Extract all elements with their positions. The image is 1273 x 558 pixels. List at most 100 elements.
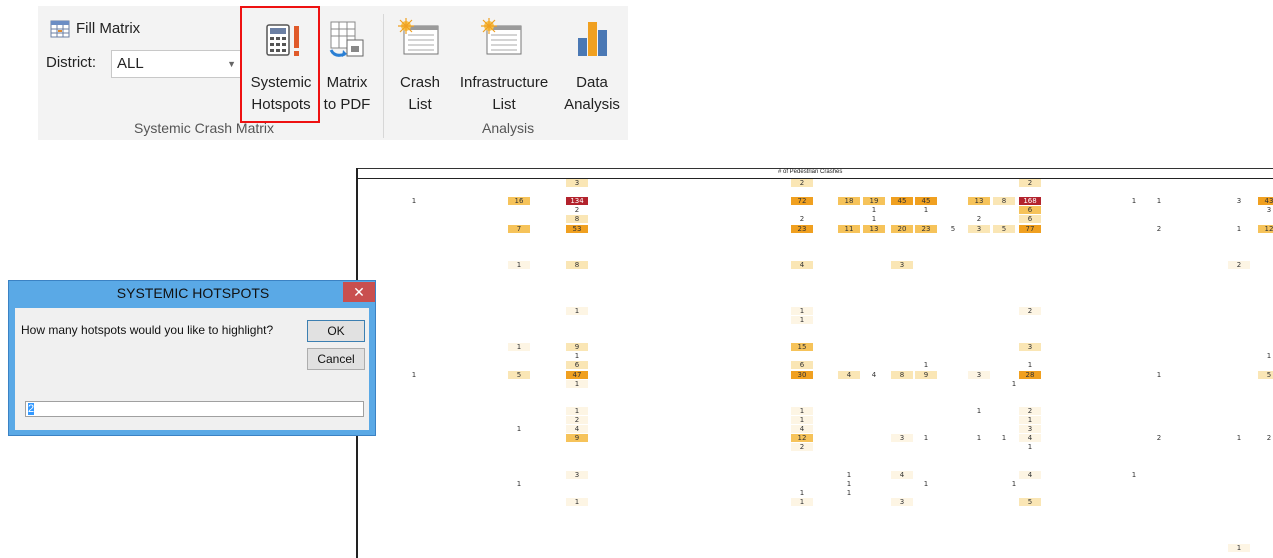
matrix-cell: 4 <box>891 470 913 479</box>
matrix-cell: 1 <box>791 498 813 507</box>
matrix-cell: 9 <box>566 434 588 443</box>
matrix-cell: 1 <box>1027 443 1033 452</box>
data-analysis-label-2: Analysis <box>564 96 620 113</box>
district-select[interactable]: ALL ▼ <box>111 50 241 78</box>
matrix-cell: 1 <box>1156 370 1162 379</box>
matrix-cell: 1 <box>411 197 417 206</box>
matrix-cell: 1 <box>846 470 852 479</box>
matrix-cell: 1 <box>1131 197 1137 206</box>
infrastructure-list-button[interactable]: Infrastructure List <box>451 12 557 113</box>
group-label-systemic-crash-matrix: Systemic Crash Matrix <box>134 120 275 136</box>
matrix-cell: 3 <box>1019 343 1041 352</box>
matrix-to-pdf-button[interactable]: Matrix to PDF <box>319 12 375 124</box>
matrix-cell: 2 <box>1156 224 1162 233</box>
matrix-cell: 9 <box>566 343 588 352</box>
infrastructure-list-label-1: Infrastructure <box>459 74 549 91</box>
matrix-cell: 1 <box>566 498 588 507</box>
matrix-cell: 1 <box>923 206 929 215</box>
matrix-cell: 5 <box>993 224 1015 233</box>
matrix-cell: 5 <box>950 224 956 233</box>
matrix-cell: 1 <box>1266 352 1272 361</box>
matrix-cell: 5 <box>1258 370 1273 379</box>
crash-list-label-2: List <box>408 96 432 113</box>
matrix-cell: 6 <box>566 361 588 370</box>
matrix-cell: 7 <box>508 224 530 233</box>
district-value: ALL <box>117 55 144 72</box>
matrix-cell: 13 <box>863 224 885 233</box>
matrix-cell: 77 <box>1019 224 1041 233</box>
list-window-icon <box>481 18 522 55</box>
data-analysis-button[interactable]: Data Analysis <box>558 12 626 113</box>
matrix-cell: 1 <box>1011 479 1017 488</box>
matrix-cell: 23 <box>791 224 813 233</box>
matrix-cell: 3 <box>891 498 913 507</box>
matrix-cell: 134 <box>566 197 588 206</box>
matrix-cell: 1 <box>508 261 530 270</box>
matrix-cell: 13 <box>968 197 990 206</box>
group-label-analysis: Analysis <box>482 120 535 136</box>
matrix-cell: 3 <box>1019 425 1041 434</box>
matrix-cell: 18 <box>838 197 860 206</box>
matrix-cell: 4 <box>1019 434 1041 443</box>
crash-matrix-sheet: # of Pedestrian Crashes 3 2 2 1 16 134 72 18 19 4… <box>356 168 1273 558</box>
matrix-cell: 1 <box>411 370 417 379</box>
ribbon: Fill Matrix District: ALL ▼ Systemic Hot… <box>38 6 628 140</box>
matrix-cell: 1 <box>846 489 852 498</box>
matrix-cell: 15 <box>791 343 813 352</box>
matrix-cell: 1 <box>566 379 588 388</box>
matrix-cell: 1 <box>1236 224 1242 233</box>
matrix-cell: 1 <box>799 489 805 498</box>
matrix-cell: 19 <box>863 197 885 206</box>
matrix-cell: 1 <box>1001 434 1007 443</box>
matrix-cell: 6 <box>791 361 813 370</box>
matrix-cell: 1 <box>871 215 877 224</box>
systemic-hotspots-dialog: SYSTEMIC HOTSPOTS ✕ How many hotspots wo… <box>8 280 376 436</box>
matrix-cell: 2 <box>791 443 813 452</box>
bar-chart-icon <box>578 22 607 56</box>
matrix-cell: 4 <box>1019 470 1041 479</box>
matrix-cell: 12 <box>791 434 813 443</box>
matrix-cell: 53 <box>566 224 588 233</box>
matrix-cell: 1 <box>846 479 852 488</box>
matrix-cell: 4 <box>838 370 860 379</box>
group-divider <box>383 14 384 138</box>
list-window-icon <box>398 18 439 55</box>
matrix-cell: 3 <box>891 261 913 270</box>
matrix-cell: 3 <box>968 224 990 233</box>
matrix-cell: 28 <box>1019 370 1041 379</box>
matrix-cell: 11 <box>838 224 860 233</box>
matrix-cell: 47 <box>566 370 588 379</box>
matrix-cell: 1 <box>923 479 929 488</box>
matrix-pdf-export-icon <box>329 21 364 57</box>
matrix-cell: 16 <box>508 197 530 206</box>
matrix-cell: 23 <box>915 224 937 233</box>
matrix-cell: 1 <box>1156 197 1162 206</box>
close-button[interactable]: ✕ <box>343 282 375 302</box>
crash-list-button[interactable]: Crash List <box>390 12 450 113</box>
matrix-cell: 12 <box>1258 224 1273 233</box>
crash-list-label-1: Crash <box>399 74 440 91</box>
matrix-cell: 1 <box>566 306 588 315</box>
ok-button[interactable]: OK <box>307 320 365 342</box>
matrix-cell: 8 <box>891 370 913 379</box>
infrastructure-list-label-2: List <box>492 96 516 113</box>
matrix-cell: 2 <box>574 206 580 215</box>
matrix-cell: 8 <box>566 215 588 224</box>
sheet-title: # of Pedestrian Crashes <box>778 169 843 175</box>
dialog-title: SYSTEMIC HOTSPOTS <box>116 285 270 301</box>
hotspot-count-value: 2 <box>28 403 35 415</box>
matrix-cell: 1 <box>1011 379 1017 388</box>
matrix-to-pdf-label-1: Matrix <box>326 74 368 91</box>
matrix-cell: 3 <box>1236 197 1242 206</box>
cancel-button[interactable]: Cancel <box>307 348 365 370</box>
matrix-cell: 2 <box>1156 434 1162 443</box>
hotspot-count-input[interactable]: 2 <box>25 401 364 417</box>
matrix-cell: 1 <box>1228 543 1250 552</box>
dialog-prompt: How many hotspots would you like to high… <box>21 323 274 337</box>
matrix-cell: 3 <box>566 470 588 479</box>
matrix-cell: 3 <box>891 434 913 443</box>
selection-highlight-box <box>240 6 320 123</box>
matrix-cell: 2 <box>1228 261 1250 270</box>
matrix-cell: 2 <box>791 179 813 187</box>
matrix-cell: 1 <box>976 434 982 443</box>
